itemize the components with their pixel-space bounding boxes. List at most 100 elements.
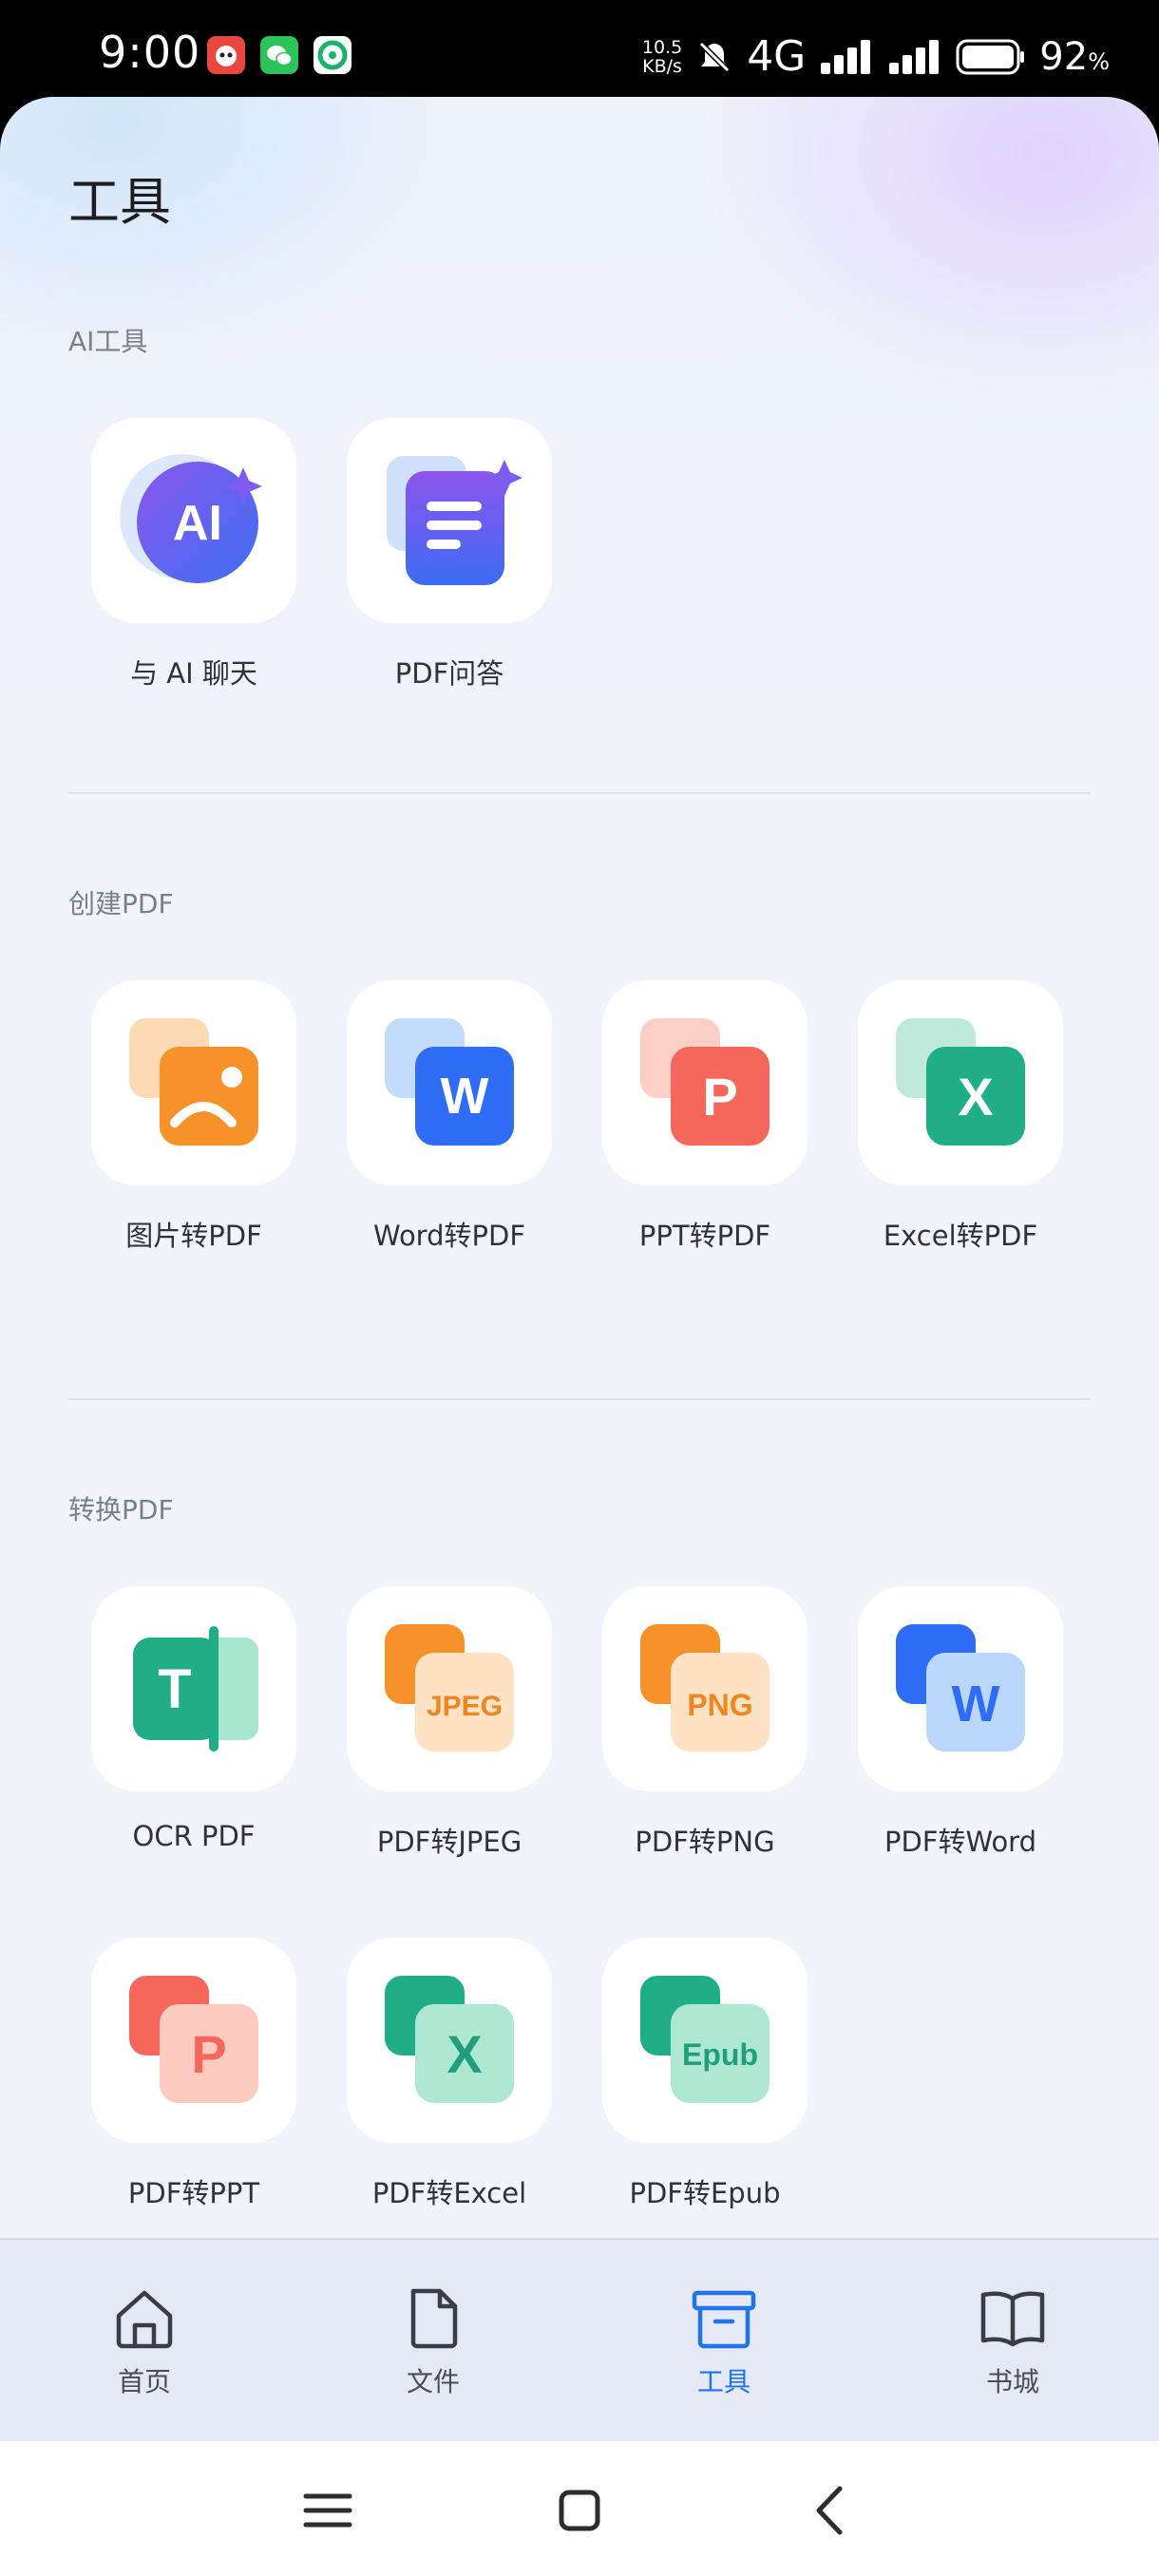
section-label-convert: 转换PDF (68, 1494, 174, 1525)
ocr-icon: T (133, 1626, 258, 1752)
tool-tile: AI (91, 418, 296, 623)
book-icon (980, 2291, 1045, 2347)
tool-label: PDF转Epub (629, 2177, 781, 2209)
tool-label: PDF转PPT (127, 2177, 260, 2209)
nav-label: 书城 (985, 2366, 1039, 2397)
wechat-icon (260, 36, 298, 74)
section-label-create: 创建PDF (68, 888, 174, 919)
battery-percent: 92% (1039, 34, 1110, 79)
tool-label: 图片转PDF (125, 1220, 262, 1252)
jpeg-icon: JPEG (385, 1624, 514, 1752)
app-notification-icon (314, 36, 352, 74)
ppt-icon: P (129, 1976, 258, 2103)
svg-text:P: P (702, 1067, 737, 1127)
png-icon: PNG (640, 1624, 770, 1752)
image-icon (129, 1018, 258, 1146)
section-divider (68, 792, 1091, 794)
tool-tile: PNG (602, 1586, 808, 1791)
tool-label: PDF转JPEG (376, 1826, 522, 1858)
word-icon: W (896, 1624, 1025, 1752)
back-icon[interactable] (798, 2477, 864, 2544)
tool-tile: X (347, 1938, 552, 2143)
tool-tile (347, 418, 552, 623)
tool-pdf-qa[interactable]: PDF问答 (347, 418, 552, 691)
nav-label: 文件 (406, 2366, 460, 2397)
svg-text:W: W (441, 1068, 489, 1125)
tool-label: PDF转Word (884, 1826, 1037, 1858)
tool-pdf-to-jpeg[interactable]: JPEG PDF转JPEG (347, 1586, 552, 1860)
tool-pdf-to-png[interactable]: PNG PDF转PNG (602, 1586, 808, 1860)
file-icon (410, 2288, 458, 2349)
nav-item-home[interactable]: 首页 (68, 2285, 220, 2399)
mute-icon (699, 41, 731, 72)
nav-item-tools[interactable]: 工具 (648, 2285, 800, 2399)
signal-icon (889, 39, 940, 74)
tool-tile: Epub (602, 1938, 808, 2143)
tool-label: Word转PDF (372, 1220, 526, 1252)
tool-label: PDF转Excel (371, 2177, 527, 2209)
svg-text:W: W (952, 1676, 1000, 1733)
menu-icon[interactable] (294, 2477, 361, 2544)
tool-excel-to-pdf[interactable]: X Excel转PDF (858, 980, 1063, 1254)
tool-pdf-to-excel[interactable]: X PDF转Excel (347, 1938, 552, 2211)
svg-text:X: X (446, 2024, 482, 2084)
status-time: 9:00 (99, 27, 201, 78)
system-nav-bar (0, 2441, 1159, 2576)
signal-icon (821, 39, 871, 74)
section-divider (68, 1398, 1091, 1400)
tool-word-to-pdf[interactable]: W Word转PDF (347, 980, 552, 1254)
svg-text:Epub: Epub (682, 2037, 758, 2072)
tool-ai-chat[interactable]: AI 与 AI 聊天 (91, 418, 296, 691)
pdf-qa-icon (387, 456, 522, 585)
tool-tile: X (858, 980, 1063, 1185)
nav-item-bookstore[interactable]: 书城 (937, 2285, 1089, 2399)
nav-label: 首页 (117, 2366, 171, 2397)
page-title: 工具 (68, 172, 171, 232)
status-bar: 9:00 10.5 KB/s 4G 92% (0, 0, 1159, 104)
tool-ppt-to-pdf[interactable]: P PPT转PDF (602, 980, 808, 1254)
svg-text:AI: AI (173, 496, 222, 551)
svg-text:T: T (158, 1658, 191, 1720)
toolbox-icon (692, 2290, 756, 2349)
tool-tile: P (602, 980, 808, 1185)
tool-label: PDF问答 (394, 657, 504, 690)
tool-pdf-to-ppt[interactable]: P PDF转PPT (91, 1938, 296, 2211)
tool-label: PDF转PNG (635, 1826, 775, 1858)
tool-label: PPT转PDF (638, 1220, 771, 1252)
home-icon (116, 2290, 173, 2349)
section-label-ai: AI工具 (68, 326, 148, 357)
battery-icon (956, 39, 1025, 74)
tool-pdf-to-epub[interactable]: Epub PDF转Epub (602, 1938, 808, 2211)
tool-pdf-to-word[interactable]: W PDF转Word (858, 1586, 1063, 1860)
word-icon: W (385, 1018, 514, 1146)
app-notification-icon (207, 36, 245, 74)
bottom-nav: 首页 文件 工具 书城 (0, 2238, 1159, 2443)
tool-tile: JPEG (347, 1586, 552, 1791)
tool-tile: W (347, 980, 552, 1185)
svg-text:PNG: PNG (687, 1688, 752, 1722)
network-type: 4G (747, 32, 807, 81)
nav-item-files[interactable]: 文件 (357, 2285, 509, 2399)
tool-tile (91, 980, 296, 1185)
tool-label: 与 AI 聊天 (130, 657, 257, 690)
home-button-icon[interactable] (546, 2477, 613, 2544)
status-indicators: 10.5 KB/s 4G 92% (642, 32, 1110, 81)
excel-icon: X (385, 1976, 514, 2103)
svg-text:JPEG: JPEG (427, 1691, 503, 1722)
tool-tile: T (91, 1586, 296, 1791)
network-speed: 10.5 KB/s (641, 36, 683, 77)
ai-chat-icon: AI (120, 454, 262, 583)
tool-label: Excel转PDF (883, 1220, 1038, 1252)
nav-label: 工具 (696, 2366, 750, 2397)
svg-text:X: X (958, 1067, 993, 1127)
tool-ocr-pdf[interactable]: T OCR PDF (91, 1586, 296, 1852)
tool-image-to-pdf[interactable]: 图片转PDF (91, 980, 296, 1254)
tool-tile: W (858, 1586, 1063, 1791)
tools-page: 工具 AI工具 AI 与 AI 聊天 PDF问答 创建PDF 图片转PDF W … (0, 97, 1159, 2443)
tool-label: OCR PDF (132, 1820, 256, 1852)
epub-icon: Epub (640, 1976, 770, 2103)
excel-icon: X (896, 1018, 1025, 1146)
svg-text:P: P (191, 2024, 226, 2084)
tool-tile: P (91, 1938, 296, 2143)
ppt-icon: P (640, 1018, 770, 1146)
